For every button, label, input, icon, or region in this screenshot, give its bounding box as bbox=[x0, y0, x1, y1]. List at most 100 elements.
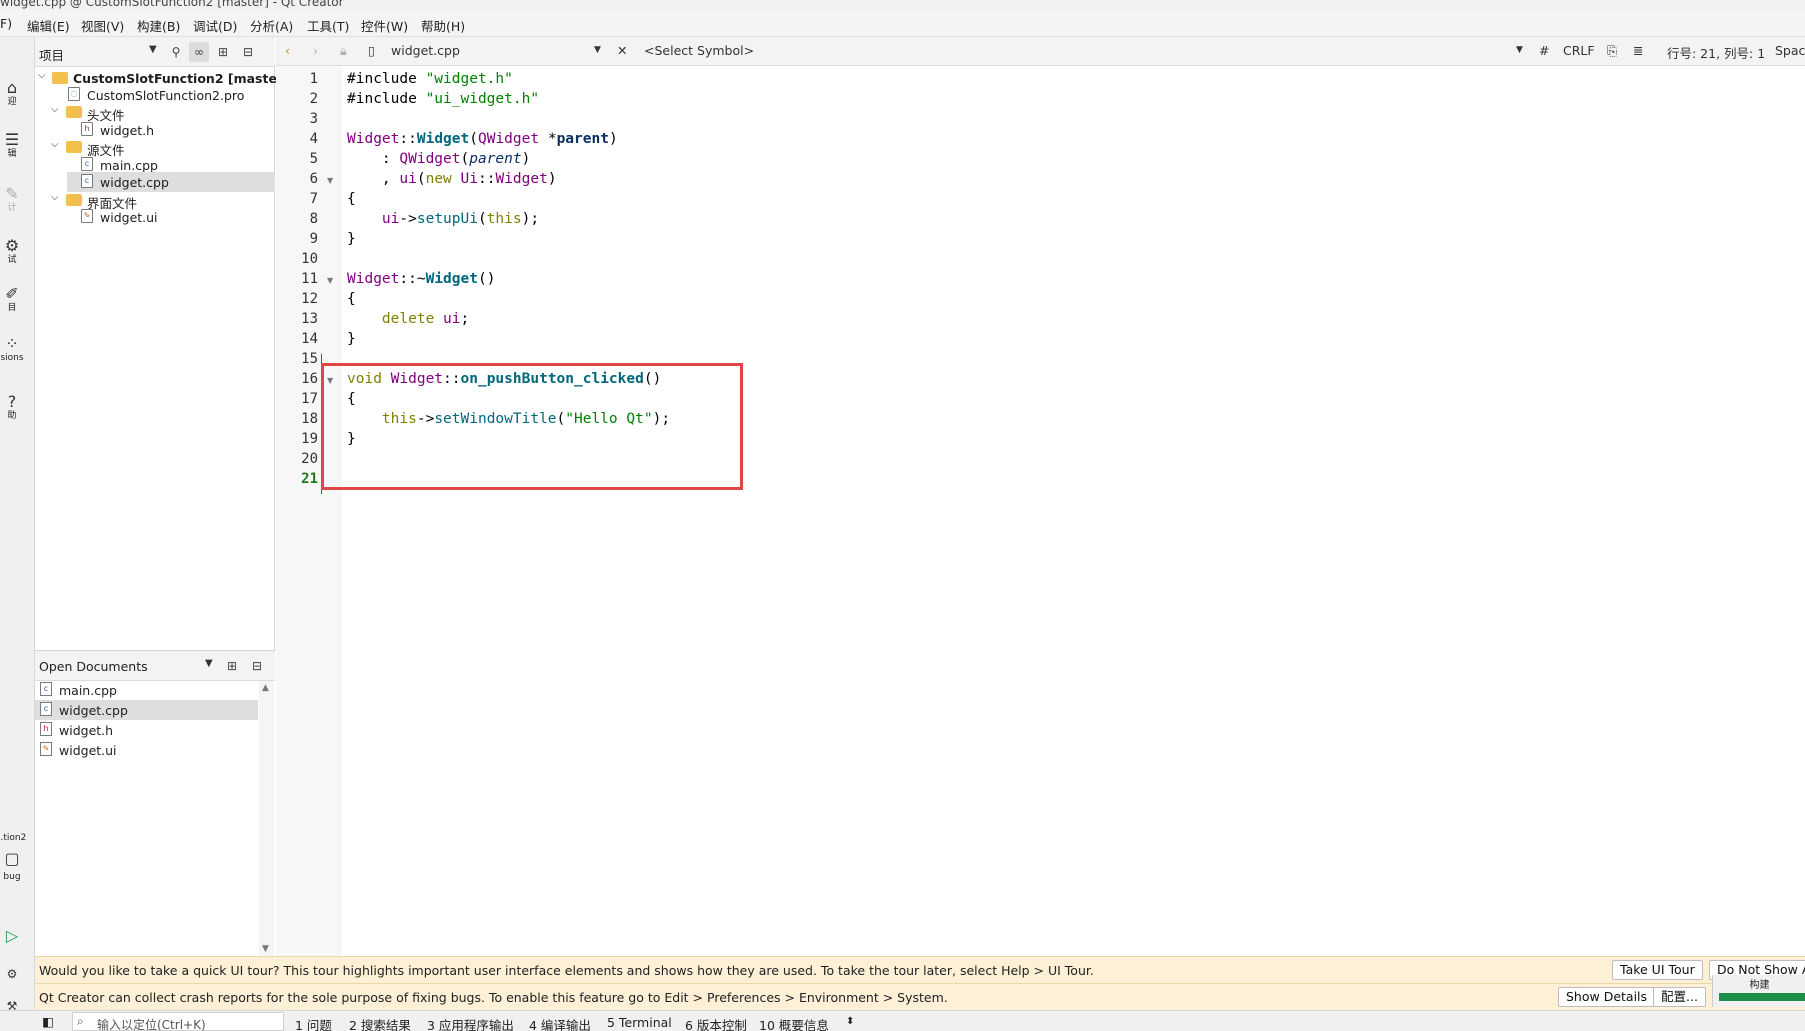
menu-tools[interactable]: 工具(T) bbox=[307, 16, 349, 35]
line-number: 9 bbox=[309, 231, 318, 247]
locator-input[interactable]: ⌕ 输入以定位(Ctrl+K) bbox=[72, 1012, 284, 1031]
line-number: 16 bbox=[301, 371, 318, 387]
chevron-down-icon[interactable]: ▼ bbox=[149, 44, 157, 55]
mode-help[interactable]: ? 助 bbox=[0, 393, 32, 422]
menu-help[interactable]: 帮助(H) bbox=[421, 16, 465, 35]
open-documents-panel: Open Documents ▼ ⊞ ⊟ c main.cpp c widget… bbox=[35, 650, 275, 956]
show-details-button[interactable]: Show Details bbox=[1558, 987, 1656, 1007]
mode-selector: ⌂ 迎 ☰ 辑 ✎ 计 ⚙ 试 ✐ 目 ⁘ sions ? 助 ..tion2 … bbox=[0, 37, 35, 1031]
menu-view[interactable]: 视图(V) bbox=[81, 16, 124, 35]
line-number: 1 bbox=[309, 71, 318, 87]
run-button[interactable]: ▷ bbox=[0, 927, 32, 945]
menu-debug[interactable]: 调试(D) bbox=[193, 16, 237, 35]
take-ui-tour-button[interactable]: Take UI Tour bbox=[1612, 960, 1703, 980]
chevron-down-icon[interactable]: ▼ bbox=[1516, 45, 1523, 55]
debug-run-icon: ⚙ bbox=[6, 967, 18, 981]
projects-view-selector[interactable]: 项目 bbox=[39, 45, 64, 64]
line-number: 12 bbox=[301, 291, 318, 307]
split-icon[interactable]: ⊞ bbox=[213, 42, 233, 62]
fold-marker-icon[interactable]: ▼ bbox=[327, 276, 333, 285]
forward-icon[interactable]: › bbox=[313, 43, 318, 58]
hash-button[interactable]: # bbox=[1539, 43, 1549, 58]
line-number-gutter: 1 2 3 4 5 6 7 8 9 10 11 12 13 14 15 16 1… bbox=[276, 66, 342, 956]
collapse-icon[interactable]: ⊟ bbox=[247, 656, 267, 676]
link-icon[interactable]: ∞ bbox=[189, 42, 209, 62]
fold-marker-icon[interactable]: ▼ bbox=[327, 176, 333, 185]
menu-file[interactable]: F) bbox=[0, 16, 12, 31]
kit-selector[interactable]: ..tion2 ▢ bug bbox=[0, 833, 32, 883]
current-line-number: 21 bbox=[301, 471, 318, 487]
edit-icon: ☰ bbox=[4, 130, 20, 149]
open-doc-widget-h[interactable]: h widget.h bbox=[35, 720, 258, 740]
encoding-icon[interactable]: ⎘ bbox=[1607, 43, 1617, 59]
chevron-down-icon[interactable]: ⌵ bbox=[51, 192, 59, 203]
open-documents-scrollbar[interactable]: ▲ ▼ bbox=[259, 681, 274, 956]
collapse-icon[interactable]: ⊟ bbox=[238, 42, 258, 62]
locator-placeholder: 输入以定位(Ctrl+K) bbox=[97, 1018, 206, 1031]
indent-settings[interactable]: Spac bbox=[1775, 43, 1805, 58]
scroll-down-icon[interactable]: ▼ bbox=[262, 944, 269, 954]
menu-controls[interactable]: 控件(W) bbox=[361, 16, 408, 35]
pane-general-messages[interactable]: 10 概要信息 bbox=[759, 1015, 829, 1031]
outline-icon[interactable]: ≣ bbox=[1633, 43, 1643, 58]
menu-build[interactable]: 构建(B) bbox=[137, 16, 180, 35]
line-number: 2 bbox=[309, 91, 318, 107]
open-doc-widget-cpp[interactable]: c widget.cpp bbox=[35, 700, 258, 720]
lock-icon[interactable]: 🔒︎ bbox=[340, 43, 347, 59]
close-icon[interactable]: ✕ bbox=[617, 43, 627, 58]
chevron-down-icon[interactable]: ▼ bbox=[205, 658, 213, 669]
mode-debug[interactable]: ⚙ 试 bbox=[0, 237, 32, 266]
symbol-selector[interactable]: <Select Symbol> bbox=[644, 43, 754, 58]
tree-item-headers[interactable]: ⌵ 头文件 bbox=[35, 102, 275, 123]
pane-application-output[interactable]: 3 应用程序输出 bbox=[427, 1015, 514, 1031]
build-progress-label: 构建 bbox=[1749, 980, 1770, 991]
line-ending-selector[interactable]: CRLF bbox=[1563, 43, 1595, 58]
mode-edit[interactable]: ☰ 辑 bbox=[0, 131, 32, 160]
pane-search-results[interactable]: 2 搜索结果 bbox=[349, 1015, 411, 1031]
mode-projects[interactable]: ✐ 目 bbox=[0, 285, 32, 314]
chevron-down-icon[interactable]: ▼ bbox=[594, 45, 601, 55]
split-icon[interactable]: ⊞ bbox=[222, 656, 242, 676]
debug-icon: ⚙ bbox=[4, 236, 20, 255]
code-line-12: { bbox=[347, 291, 356, 307]
cpp-file-icon: c bbox=[40, 702, 52, 716]
mode-extensions[interactable]: ⁘ sions bbox=[0, 335, 32, 364]
chevron-down-icon[interactable]: ⌵ bbox=[51, 104, 59, 115]
pane-compile-output[interactable]: 4 编译输出 bbox=[529, 1015, 591, 1031]
code-line-8: ui->setupUi(this); bbox=[381, 211, 540, 227]
line-number: 14 bbox=[301, 331, 318, 347]
configure-button[interactable]: 配置... bbox=[1653, 987, 1706, 1007]
code-line-6: , ui(new Ui::Widget) bbox=[381, 171, 557, 187]
pane-terminal[interactable]: 5 Terminal bbox=[607, 1015, 672, 1030]
pane-issues[interactable]: 1 问题 bbox=[295, 1015, 332, 1031]
tree-item-widget-ui[interactable]: ✎ widget.ui bbox=[35, 207, 275, 227]
chevron-down-icon[interactable]: ⌵ bbox=[51, 139, 59, 150]
menu-analyze[interactable]: 分析(A) bbox=[250, 16, 293, 35]
window-title: widget.cpp @ CustomSlotFunction2 [master… bbox=[0, 0, 344, 9]
cursor-position[interactable]: 行号: 21, 列号: 1 bbox=[1667, 43, 1765, 62]
open-doc-main-cpp[interactable]: c main.cpp bbox=[35, 680, 258, 700]
tree-item-widget-cpp[interactable]: c widget.cpp bbox=[67, 172, 275, 192]
code-line-2: #include "ui_widget.h" bbox=[347, 91, 540, 107]
open-documents-header: Open Documents ▼ ⊞ ⊟ bbox=[35, 651, 275, 681]
debug-run-button[interactable]: ⚙ bbox=[0, 965, 32, 983]
scroll-up-icon[interactable]: ▲ bbox=[262, 683, 269, 693]
open-documents-title[interactable]: Open Documents bbox=[39, 659, 148, 674]
filter-icon[interactable]: ⚲ bbox=[166, 42, 186, 62]
sidebar-toggle-icon[interactable]: ◧ bbox=[42, 1014, 54, 1029]
menu-bar: F) 编辑(E) 视图(V) 构建(B) 调试(D) 分析(A) 工具(T) 控… bbox=[0, 10, 1805, 37]
document-selector[interactable]: widget.cpp bbox=[391, 43, 460, 58]
pane-more-icon[interactable]: ⬍ bbox=[846, 1016, 854, 1027]
tree-item-sources[interactable]: ⌵ 源文件 bbox=[35, 137, 275, 158]
mode-welcome[interactable]: ⌂ 迎 bbox=[0, 79, 32, 108]
mode-design[interactable]: ✎ 计 bbox=[0, 185, 32, 214]
pane-version-control[interactable]: 6 版本控制 bbox=[685, 1015, 747, 1031]
chevron-down-icon[interactable]: ⌵ bbox=[38, 70, 46, 81]
open-doc-widget-ui[interactable]: ✎ widget.ui bbox=[35, 740, 258, 760]
code-editor[interactable]: 1 2 3 4 5 6 7 8 9 10 11 12 13 14 15 16 1… bbox=[276, 66, 1805, 956]
line-number: 8 bbox=[309, 211, 318, 227]
back-icon[interactable]: ‹ bbox=[285, 43, 290, 58]
project-folder-icon bbox=[52, 72, 68, 84]
build-progress[interactable]: 构建 bbox=[1712, 975, 1805, 1007]
menu-edit[interactable]: 编辑(E) bbox=[27, 16, 70, 35]
